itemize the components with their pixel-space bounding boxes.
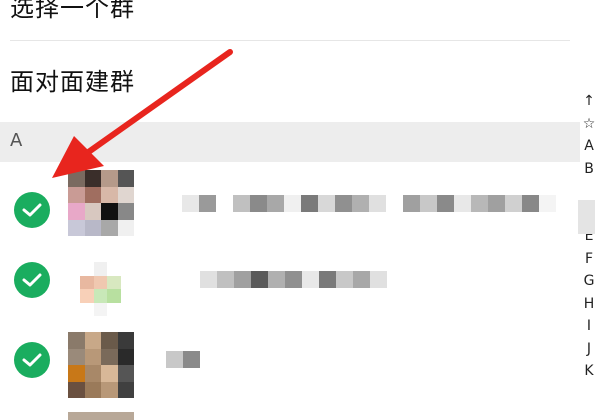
annotation-arrow-icon (52, 49, 233, 178)
